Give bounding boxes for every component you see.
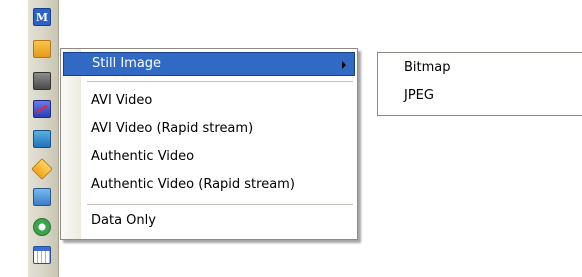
menu-item-label: Still Image (92, 56, 162, 71)
submenu-item-bitmap[interactable]: Bitmap (378, 57, 582, 79)
printer-icon[interactable] (33, 72, 51, 90)
menu-separator (87, 81, 353, 82)
menu-item-still-image[interactable]: Still Image (63, 52, 355, 76)
vertical-toolbar: M (28, 0, 59, 277)
video-disabled-icon[interactable] (33, 100, 51, 118)
grid-icon[interactable] (33, 246, 51, 264)
menu-item-avi-video[interactable]: AVI Video (63, 89, 355, 113)
menu-item-label: Data Only (91, 213, 156, 228)
menu-item-authentic-video-rapid[interactable]: Authentic Video (Rapid stream) (63, 173, 355, 197)
menu-item-avi-video-rapid[interactable]: AVI Video (Rapid stream) (63, 117, 355, 141)
submenu-item-label: Bitmap (404, 60, 451, 75)
folder-icon[interactable] (33, 40, 51, 58)
refresh-icon[interactable] (33, 218, 51, 236)
menu-item-label: Authentic Video (Rapid stream) (91, 177, 295, 192)
submenu-arrow-icon (342, 61, 346, 69)
menu-item-label: AVI Video (91, 93, 153, 108)
submenu-item-jpeg[interactable]: JPEG (378, 85, 582, 107)
edit-icon[interactable] (33, 188, 51, 206)
photo-icon[interactable] (33, 130, 51, 148)
menu-item-label: AVI Video (Rapid stream) (91, 121, 254, 136)
menu-item-authentic-video[interactable]: Authentic Video (63, 145, 355, 169)
still-image-submenu: Bitmap JPEG (377, 52, 582, 116)
context-menu: Still Image AVI Video AVI Video (Rapid s… (60, 48, 358, 240)
menu-item-data-only[interactable]: Data Only (63, 209, 355, 233)
m-logo-icon[interactable]: M (33, 8, 51, 26)
menu-item-label: Authentic Video (91, 149, 195, 164)
tag-icon[interactable] (31, 158, 53, 180)
menu-separator (87, 204, 353, 205)
submenu-item-label: JPEG (404, 88, 434, 103)
